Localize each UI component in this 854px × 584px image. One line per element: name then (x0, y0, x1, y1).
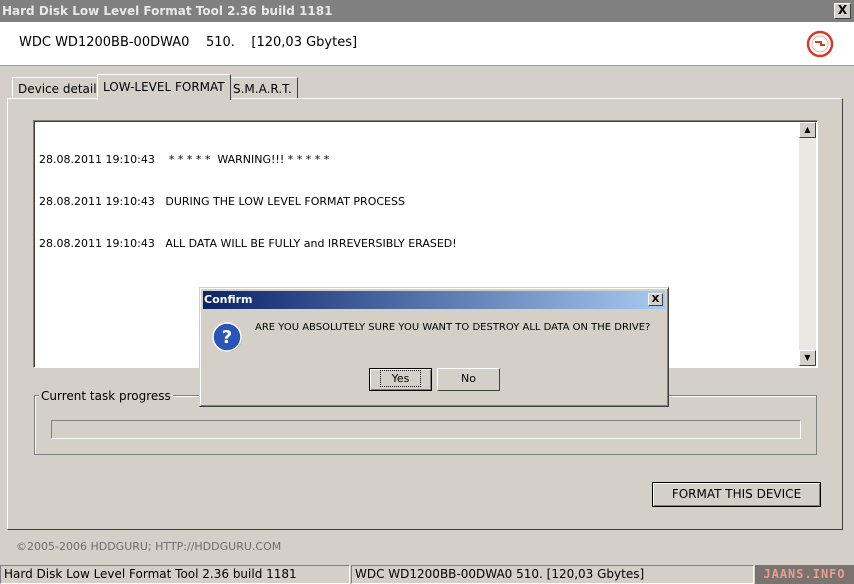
status-bar: Hard Disk Low Level Format Tool 2.36 bui… (0, 565, 854, 584)
status-app: Hard Disk Low Level Format Tool 2.36 bui… (0, 565, 350, 584)
dialog-title-bar[interactable]: Confirm X (203, 291, 665, 309)
tab-device-details[interactable]: Device details (12, 77, 109, 99)
format-device-button[interactable]: FORMAT THIS DEVICE (652, 482, 821, 507)
question-icon: ? (212, 322, 242, 352)
watermark: JAANS.INFO (755, 565, 854, 584)
yes-label: Yes (379, 370, 422, 387)
yes-button[interactable]: Yes (369, 368, 432, 391)
window-title-bar[interactable]: Hard Disk Low Level Format Tool 2.36 bui… (0, 0, 854, 22)
window-close-button[interactable]: X (834, 3, 851, 19)
tab-low-level-format[interactable]: LOW-LEVEL FORMAT (97, 74, 231, 100)
tab-smart[interactable]: S.M.A.R.T. (227, 77, 298, 99)
log-scrollbar[interactable]: ▲ ▼ (799, 122, 816, 366)
scroll-down-arrow-icon[interactable]: ▼ (799, 350, 816, 366)
device-info: WDC WD1200BB-00DWA0 510. [120,03 Gbytes] (19, 35, 358, 50)
log-line: 28.08.2011 19:10:43 * * * * * WARNING!!!… (39, 153, 330, 166)
no-button[interactable]: No (437, 368, 500, 391)
progress-bar (51, 420, 801, 439)
log-line: 28.08.2011 19:10:43 DURING THE LOW LEVEL… (39, 195, 405, 208)
window-title: Hard Disk Low Level Format Tool 2.36 bui… (2, 4, 333, 18)
device-header: WDC WD1200BB-00DWA0 510. [120,03 Gbytes] (0, 22, 854, 66)
copyright-text: ©2005-2006 HDDGURU; HTTP://HDDGURU.COM (16, 540, 282, 553)
dialog-title: Confirm (204, 293, 253, 306)
hddguru-logo-icon (806, 30, 834, 58)
dialog-close-button[interactable]: X (648, 293, 663, 306)
scroll-up-arrow-icon[interactable]: ▲ (799, 122, 816, 138)
log-line: 28.08.2011 19:10:43 ALL DATA WILL BE FUL… (39, 237, 457, 250)
svg-text:?: ? (222, 327, 232, 348)
log-lines: 28.08.2011 19:10:43 * * * * * WARNING!!!… (39, 125, 457, 279)
confirm-dialog: Confirm X ? ARE YOU ABSOLUTELY SURE YOU … (199, 287, 669, 407)
progress-label: Current task progress (39, 389, 173, 403)
dialog-message: ARE YOU ABSOLUTELY SURE YOU WANT TO DEST… (255, 322, 651, 333)
status-device: WDC WD1200BB-00DWA0 510. [120,03 Gbytes] (351, 565, 754, 584)
